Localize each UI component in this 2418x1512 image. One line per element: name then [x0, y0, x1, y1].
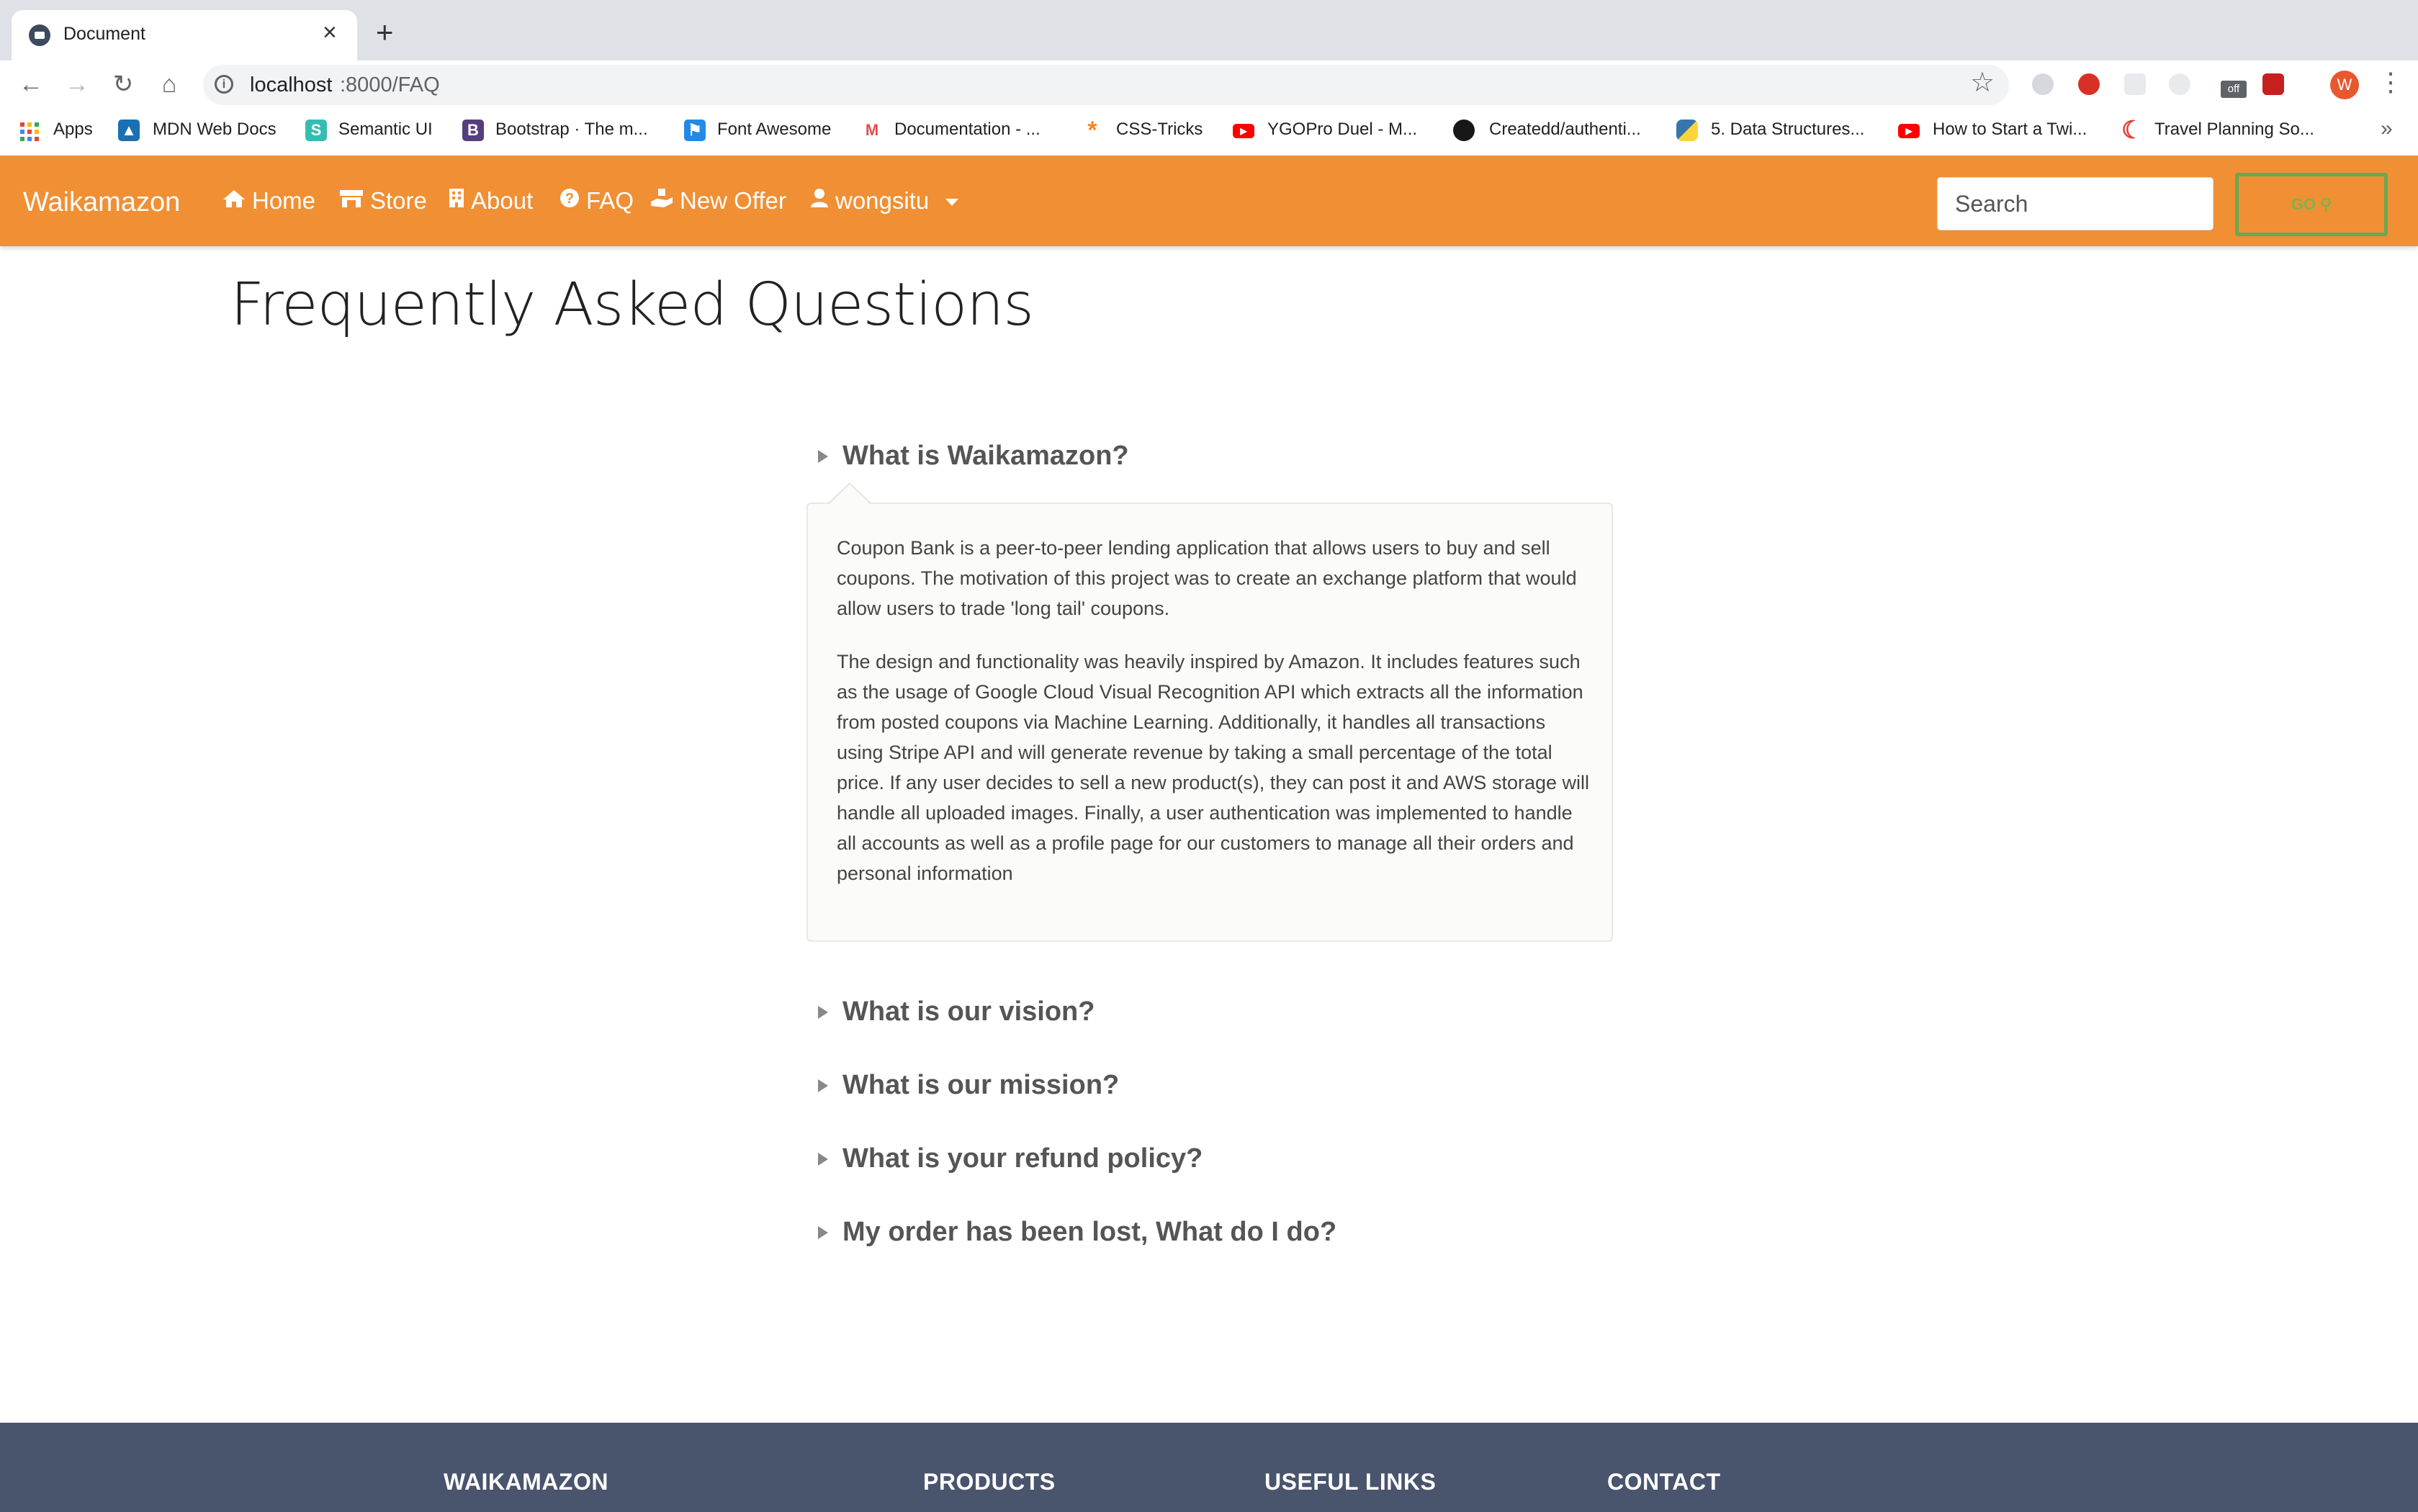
- reload-icon[interactable]: ↻: [105, 66, 141, 102]
- nav-home[interactable]: Home: [222, 187, 315, 215]
- faq-answer-paragraph: Coupon Bank is a peer-to-peer lending ap…: [837, 537, 1577, 619]
- faq-question-label: What is your refund policy?: [842, 1143, 1203, 1174]
- caret-right-icon: [818, 1005, 828, 1019]
- faq-question-label: What is our vision?: [842, 996, 1095, 1027]
- bookmark-twitch[interactable]: How to Start a Twi...: [1933, 120, 2087, 140]
- site-footer: [0, 1423, 2418, 1512]
- bookmark-ygopro[interactable]: YGOPro Duel - M...: [1267, 120, 1417, 140]
- new-tab-icon[interactable]: +: [376, 17, 394, 48]
- extension-cors-icon[interactable]: [2262, 73, 2284, 95]
- bookmark-data-structures[interactable]: 5. Data Structures...: [1711, 120, 1864, 140]
- caret-right-icon: [818, 1152, 828, 1166]
- caret-right-icon: [818, 1079, 828, 1092]
- faq-question-4[interactable]: What is your refund policy?: [818, 1143, 1203, 1174]
- browser-tab-strip: [0, 0, 2418, 60]
- forward-arrow-icon[interactable]: →: [59, 66, 95, 102]
- travel-planning-icon: ☾: [2121, 117, 2144, 144]
- hand-holding-icon: [650, 187, 674, 215]
- page-title: Frequently Asked Questions: [230, 271, 1034, 339]
- go-button-label: GO: [2291, 195, 2316, 213]
- bookmark-font-awesome[interactable]: Font Awesome: [717, 120, 831, 140]
- faq-question-label: What is Waikamazon?: [842, 441, 1129, 471]
- footer-heading-useful-links: USEFUL LINKS: [1264, 1469, 1437, 1495]
- svg-text:?: ?: [565, 191, 574, 207]
- documentation-icon: M: [861, 120, 883, 141]
- home-icon: [222, 187, 246, 215]
- bookmark-star-icon[interactable]: ☆: [1970, 69, 1995, 96]
- nav-store-label: Store: [370, 187, 427, 214]
- nav-home-label: Home: [252, 187, 316, 214]
- youtube-icon: ▶: [1898, 124, 1920, 138]
- python-icon: [1676, 120, 1698, 141]
- bookmark-css-tricks[interactable]: CSS-Tricks: [1116, 120, 1203, 140]
- home-browser-icon[interactable]: ⌂: [151, 66, 187, 102]
- faq-question-1[interactable]: What is Waikamazon?: [818, 441, 1129, 472]
- faq-question-2[interactable]: What is our vision?: [818, 996, 1095, 1027]
- bookmark-bootstrap[interactable]: Bootstrap · The m...: [495, 120, 648, 140]
- site-info-icon[interactable]: i: [215, 75, 233, 94]
- mdn-icon: ▲: [118, 120, 140, 141]
- caret-down-icon: [945, 199, 959, 207]
- question-circle-icon: ?: [559, 187, 580, 215]
- address-bar[interactable]: [203, 65, 2009, 105]
- bookmark-travel-planning[interactable]: Travel Planning So...: [2154, 120, 2314, 140]
- semantic-ui-icon: S: [305, 120, 327, 141]
- more-bookmarks-icon[interactable]: »: [2381, 117, 2393, 141]
- footer-heading-products: PRODUCTS: [923, 1469, 1056, 1495]
- search-go-button[interactable]: GO ⚲: [2235, 173, 2388, 236]
- url-path: :8000/FAQ: [340, 73, 440, 96]
- store-icon: [338, 187, 364, 215]
- brand-logo[interactable]: Waikamazon: [23, 187, 180, 218]
- bookmark-documentation[interactable]: Documentation - ...: [894, 120, 1041, 140]
- nav-faq-label: FAQ: [586, 187, 634, 214]
- faq-question-3[interactable]: What is our mission?: [818, 1070, 1119, 1101]
- url-host: localhost: [250, 73, 333, 96]
- extension-qr-icon[interactable]: [2124, 73, 2146, 95]
- profile-avatar[interactable]: W: [2330, 71, 2359, 99]
- extension-grey-icon[interactable]: [2032, 73, 2054, 95]
- tab-close-icon[interactable]: ×: [323, 20, 337, 45]
- faq-question-label: My order has been lost, What do I do?: [842, 1217, 1337, 1247]
- building-icon: [448, 187, 465, 215]
- nav-store[interactable]: Store: [338, 187, 427, 215]
- nav-faq[interactable]: ? FAQ: [559, 187, 634, 215]
- bookmark-github[interactable]: Createdd/authenti...: [1489, 120, 1641, 140]
- nav-about[interactable]: About: [448, 187, 533, 215]
- css-tricks-icon: *: [1082, 118, 1103, 143]
- faq-question-label: What is our mission?: [842, 1070, 1120, 1100]
- answer-pointer-fill: [830, 485, 870, 504]
- tab-title: Document: [63, 24, 145, 44]
- nav-user-label: wongsitu: [835, 187, 930, 214]
- nav-new-offer[interactable]: New Offer: [650, 187, 786, 215]
- search-input[interactable]: [1937, 177, 2213, 230]
- faq-question-5[interactable]: My order has been lost, What do I do?: [818, 1217, 1336, 1248]
- github-icon: [1453, 120, 1475, 141]
- apps-grid-icon[interactable]: [20, 122, 39, 141]
- nav-user-dropdown[interactable]: wongsitu: [809, 187, 959, 215]
- caret-right-icon: [818, 1225, 828, 1239]
- extension-adblock-icon[interactable]: [2078, 73, 2100, 95]
- nav-about-label: About: [471, 187, 534, 214]
- footer-heading-contact: CONTACT: [1607, 1469, 1721, 1495]
- extension-target-icon[interactable]: [2169, 73, 2190, 95]
- bootstrap-icon: B: [462, 120, 484, 141]
- faq-answer-paragraph: The design and functionality was heavily…: [837, 651, 1589, 884]
- search-icon: ⚲: [2320, 195, 2332, 213]
- footer-heading-brand: WAIKAMAZON: [444, 1469, 608, 1495]
- caret-right-icon: [818, 449, 828, 463]
- bookmark-semantic-ui[interactable]: Semantic UI: [338, 120, 433, 140]
- nav-new-offer-label: New Offer: [680, 187, 786, 214]
- back-arrow-icon[interactable]: ←: [13, 66, 49, 102]
- youtube-icon: ▶: [1233, 124, 1254, 138]
- bookmark-apps[interactable]: Apps: [53, 120, 93, 140]
- tab-favicon-icon: [29, 24, 50, 46]
- extension-css-off-icon[interactable]: off: [2221, 81, 2247, 98]
- user-icon: [809, 187, 830, 215]
- browser-menu-icon[interactable]: ⋮: [2378, 69, 2404, 95]
- font-awesome-icon: ⚑: [684, 120, 706, 141]
- bookmark-mdn[interactable]: MDN Web Docs: [153, 120, 277, 140]
